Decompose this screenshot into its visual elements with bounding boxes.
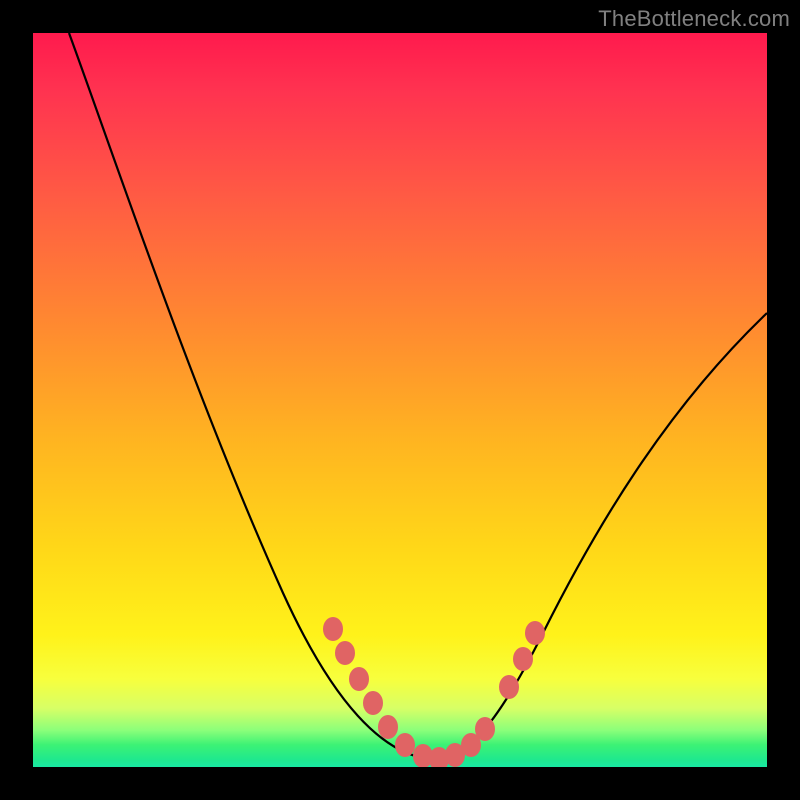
bottleneck-curve <box>69 33 767 759</box>
marker-group <box>323 617 545 767</box>
plot-area <box>33 33 767 767</box>
chart-frame: TheBottleneck.com <box>0 0 800 800</box>
watermark-text: TheBottleneck.com <box>598 6 790 32</box>
curve-svg <box>33 33 767 767</box>
